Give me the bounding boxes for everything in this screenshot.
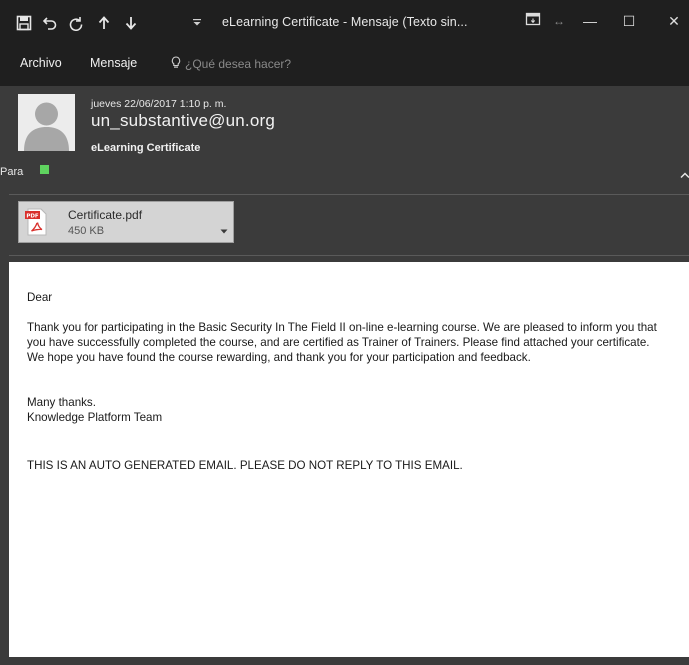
sender-address[interactable]: un_substantive@un.org — [91, 111, 275, 131]
redo-icon[interactable] — [67, 14, 85, 32]
tab-archivo[interactable]: Archivo — [20, 56, 62, 70]
to-label: Para — [0, 166, 24, 178]
attachment-name: Certificate.pdf — [68, 208, 143, 222]
title-bar: eLearning Certificate - Mensaje (Texto s… — [0, 0, 689, 44]
body-paragraph: Thank you for participating in the Basic… — [27, 321, 657, 364]
close-button[interactable]: ✕ — [665, 10, 683, 32]
lightbulb-icon — [171, 56, 181, 72]
pdf-icon-label: PDF — [26, 213, 39, 219]
sender-avatar — [18, 94, 75, 151]
body-signature: Knowledge Platform Team — [27, 411, 163, 424]
ribbon-display-options-icon[interactable] — [524, 10, 542, 32]
body-greeting: Dear — [27, 291, 53, 304]
collapse-header-icon[interactable] — [679, 167, 689, 179]
attachment-divider — [9, 255, 689, 256]
message-body[interactable]: Dear Thank you for participating in the … — [9, 262, 689, 657]
tell-me-search[interactable]: ¿Qué desea hacer? — [171, 56, 291, 72]
body-closing: Many thanks. — [27, 396, 96, 409]
undo-icon[interactable] — [41, 14, 59, 32]
maximize-button[interactable]: ☐ — [620, 10, 638, 32]
tab-mensaje[interactable]: Mensaje — [90, 56, 137, 70]
header-divider — [9, 194, 689, 195]
minimize-button[interactable]: — — [580, 10, 600, 32]
previous-item-icon[interactable] — [95, 14, 113, 32]
message-date: jueves 22/06/2017 1:10 p. m. — [91, 98, 227, 110]
chevron-down-icon[interactable] — [220, 221, 228, 234]
next-item-icon[interactable] — [122, 14, 140, 32]
customize-toolbar-icon[interactable] — [188, 13, 206, 31]
resize-handle-icon: ↔ — [553, 14, 565, 28]
window-title: eLearning Certificate - Mensaje (Texto s… — [222, 15, 468, 29]
message-subject: eLearning Certificate — [91, 142, 201, 154]
attachment-card[interactable]: PDF Certificate.pdf 450 KB — [18, 201, 234, 243]
tell-me-placeholder: ¿Qué desea hacer? — [185, 57, 292, 71]
presence-status-icon[interactable] — [40, 165, 49, 174]
message-header: jueves 22/06/2017 1:10 p. m. un_substant… — [0, 86, 689, 194]
attachment-size: 450 KB — [68, 225, 105, 237]
save-icon[interactable] — [15, 14, 33, 32]
body-notice: THIS IS AN AUTO GENERATED EMAIL. PLEASE … — [27, 459, 463, 472]
pdf-file-icon: PDF — [25, 208, 48, 236]
ribbon-tabs: Archivo Mensaje ¿Qué desea hacer? — [0, 44, 689, 86]
person-icon — [18, 94, 75, 151]
